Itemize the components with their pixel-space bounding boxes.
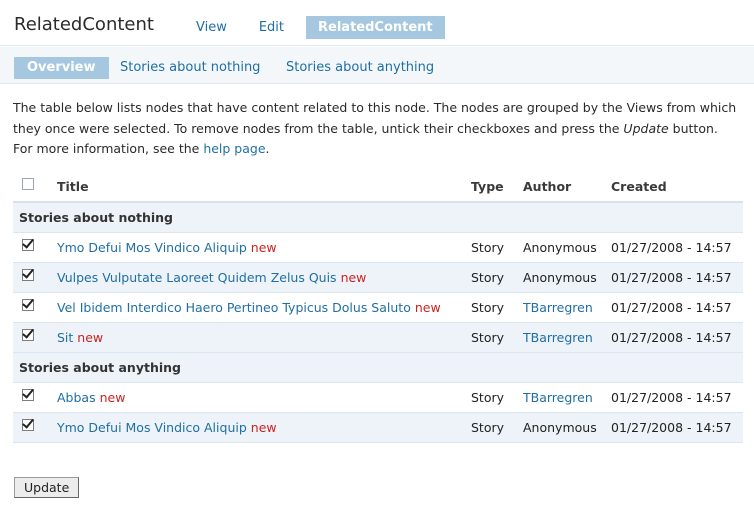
row-checkbox[interactable] [22, 239, 34, 251]
page-title: RelatedContent [14, 14, 154, 35]
row-checkbox[interactable] [22, 389, 34, 401]
column-type: Type [471, 171, 523, 203]
column-created: Created [611, 171, 743, 203]
node-title-link[interactable]: Vulpes Vulputate Laoreet Quidem Zelus Qu… [57, 270, 337, 285]
row-title-cell: Ymo Defui Mos Vindico Aliquip new [57, 412, 471, 443]
subtab-stories-about-nothing[interactable]: Stories about nothing [120, 57, 260, 79]
column-author: Author [523, 171, 611, 203]
row-created: 01/27/2008 - 14:57 [611, 412, 743, 443]
row-title-cell: Vulpes Vulputate Laoreet Quidem Zelus Qu… [57, 262, 471, 293]
table-row: Vulpes Vulputate Laoreet Quidem Zelus Qu… [13, 262, 743, 293]
table-header-row: Title Type Author Created [13, 171, 743, 203]
new-marker: new [250, 419, 277, 435]
group-row: Stories about anything [13, 352, 743, 383]
node-title-link[interactable]: Abbas [57, 390, 96, 405]
row-created: 01/27/2008 - 14:57 [611, 322, 743, 353]
row-checkbox-cell [13, 382, 57, 413]
select-all-checkbox[interactable] [22, 178, 34, 190]
row-type: Story [471, 322, 523, 353]
table-body: Stories about nothing Ymo Defui Mos Vindi… [13, 202, 743, 443]
author-name: Anonymous [523, 239, 597, 255]
tab-relatedcontent[interactable]: RelatedContent [306, 16, 445, 39]
new-marker: new [250, 239, 277, 255]
row-type: Story [471, 262, 523, 293]
table-row: Ymo Defui Mos Vindico Aliquip new Story An… [13, 232, 743, 263]
row-author-cell: Anonymous [523, 232, 611, 263]
row-title-cell: Ymo Defui Mos Vindico Aliquip new [57, 232, 471, 263]
row-title-cell: Sit new [57, 322, 471, 353]
secondary-tabs: Overview Stories about nothing Stories a… [0, 47, 754, 84]
row-checkbox[interactable] [22, 299, 34, 311]
row-checkbox-cell [13, 232, 57, 263]
row-author-cell: Anonymous [523, 412, 611, 443]
new-marker: new [99, 389, 126, 405]
node-title-link[interactable]: Ymo Defui Mos Vindico Aliquip [57, 240, 247, 255]
tab-view[interactable]: View [186, 16, 237, 39]
group-label: Stories about nothing [13, 202, 743, 233]
row-type: Story [471, 412, 523, 443]
update-button[interactable]: Update [14, 477, 80, 498]
intro-text: The table below lists nodes that have co… [13, 100, 737, 156]
row-checkbox[interactable] [22, 329, 34, 341]
row-created: 01/27/2008 - 14:57 [611, 292, 743, 323]
row-author-cell: TBarregren [523, 382, 611, 413]
primary-tabs: View Edit RelatedContent [186, 16, 453, 39]
subtab-overview[interactable]: Overview [14, 57, 109, 79]
row-title-cell: Abbas new [57, 382, 471, 413]
new-marker: new [414, 299, 441, 315]
row-type: Story [471, 382, 523, 413]
table-row: Sit new Story TBarregren 01/27/2008 - 14:57 [13, 322, 743, 353]
row-type: Story [471, 232, 523, 263]
node-title-link[interactable]: Sit [57, 330, 73, 345]
subtab-stories-about-anything[interactable]: Stories about anything [286, 57, 434, 79]
author-name: Anonymous [523, 269, 597, 285]
author-link[interactable]: TBarregren [523, 330, 593, 345]
row-created: 01/27/2008 - 14:57 [611, 232, 743, 263]
update-word: Update [623, 120, 669, 136]
row-checkbox-cell [13, 292, 57, 323]
row-checkbox-cell [13, 322, 57, 353]
row-checkbox-cell [13, 412, 57, 443]
row-checkbox[interactable] [22, 269, 34, 281]
page-header: RelatedContent View Edit RelatedContent [0, 0, 754, 46]
group-label: Stories about anything [13, 352, 743, 383]
row-title-cell: Vel Ibidem Interdico Haero Pertineo Typi… [57, 292, 471, 323]
node-title-link[interactable]: Ymo Defui Mos Vindico Aliquip [57, 420, 247, 435]
new-marker: new [340, 269, 367, 285]
table-row: Vel Ibidem Interdico Haero Pertineo Typi… [13, 292, 743, 323]
author-name: Anonymous [523, 419, 597, 435]
row-author-cell: Anonymous [523, 262, 611, 293]
row-created: 01/27/2008 - 14:57 [611, 262, 743, 293]
help-page-link[interactable]: help page [203, 141, 265, 156]
select-all-cell [13, 171, 57, 203]
table-row: Ymo Defui Mos Vindico Aliquip new Story An… [13, 412, 743, 443]
author-link[interactable]: TBarregren [523, 390, 593, 405]
table-row: Abbas new Story TBarregren 01/27/2008 - 14:… [13, 382, 743, 413]
node-title-link[interactable]: Vel Ibidem Interdico Haero Pertineo Typi… [57, 300, 411, 315]
row-created: 01/27/2008 - 14:57 [611, 382, 743, 413]
row-author-cell: TBarregren [523, 292, 611, 323]
tab-edit[interactable]: Edit [249, 16, 294, 39]
related-content-table: Title Type Author Created Stories about … [13, 171, 743, 443]
author-link[interactable]: TBarregren [523, 300, 593, 315]
row-checkbox-cell [13, 262, 57, 293]
row-type: Story [471, 292, 523, 323]
group-row: Stories about nothing [13, 202, 743, 233]
row-checkbox[interactable] [22, 419, 34, 431]
row-author-cell: TBarregren [523, 322, 611, 353]
new-marker: new [77, 329, 104, 345]
column-title: Title [57, 171, 471, 203]
